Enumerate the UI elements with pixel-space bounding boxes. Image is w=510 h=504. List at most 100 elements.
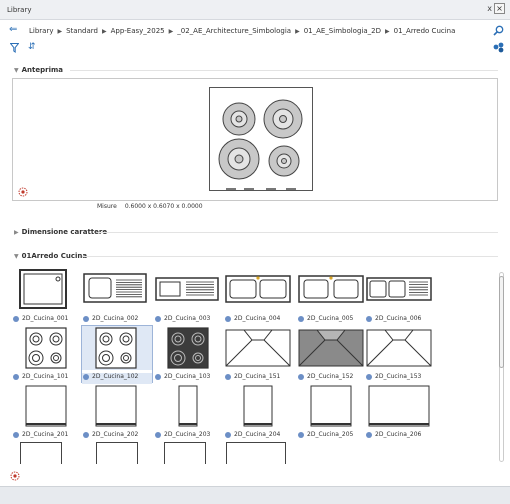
symbol-tile[interactable]: 2D_Cucina_002 xyxy=(82,268,152,324)
symbol-tile[interactable]: 2D_Cucina_206 xyxy=(365,384,435,440)
symbol-thumbnail[interactable] xyxy=(82,384,152,428)
symbol-type-icon xyxy=(225,373,231,380)
symbol-tile[interactable]: 2D_Cucina_153 xyxy=(365,326,435,382)
filter-icon[interactable] xyxy=(9,43,20,55)
breadcrumb-path: Library ▶ Standard ▶ App-Easy_2025 ▶ _02_AE_Ar… xyxy=(29,27,455,35)
symbol-label[interactable]: 2D_Cucina_204 xyxy=(224,431,294,442)
symbol-thumbnail[interactable] xyxy=(154,384,224,428)
symbol-thumbnail-partial[interactable] xyxy=(164,442,206,464)
symbol-type-icon xyxy=(366,373,372,380)
symbol-thumbnail[interactable] xyxy=(154,268,224,312)
symbol-label[interactable]: 2D_Cucina_103 xyxy=(154,373,224,384)
symbol-tile[interactable]: 2D_Cucina_202 xyxy=(82,384,152,440)
symbol-tile[interactable]: 2D_Cucina_006 xyxy=(365,268,435,324)
symbol-thumbnail[interactable] xyxy=(297,326,367,370)
symbol-label[interactable]: 2D_Cucina_151 xyxy=(224,373,294,384)
symbol-thumbnail[interactable] xyxy=(82,268,152,312)
symbol-tile[interactable]: 2D_Cucina_001 xyxy=(12,268,82,324)
window-titlebar: Library ⅹ × xyxy=(0,0,510,20)
symbol-label[interactable]: 2D_Cucina_005 xyxy=(297,315,367,326)
symbol-thumbnail[interactable] xyxy=(154,326,224,370)
symbol-thumbnail[interactable] xyxy=(82,326,152,370)
breadcrumb-item-architecture[interactable]: _02_AE_Architecture_Simbologia xyxy=(177,27,291,35)
symbol-tile[interactable]: 2D_Cucina_203 xyxy=(154,384,224,440)
symbol-label[interactable]: 2D_Cucina_201 xyxy=(12,431,82,442)
symbol-type-icon xyxy=(366,315,372,322)
symbol-label-text: 2D_Cucina_205 xyxy=(307,431,354,438)
symbol-type-icon xyxy=(83,315,89,322)
symbol-label[interactable]: 2D_Cucina_002 xyxy=(82,315,152,326)
breadcrumb-item-library[interactable]: Library xyxy=(29,27,53,35)
reference-point-icon[interactable] xyxy=(18,187,28,199)
symbol-label-text: 2D_Cucina_102 xyxy=(92,373,139,380)
symbol-tile[interactable]: 2D_Cucina_005 xyxy=(297,268,367,324)
symbol-type-icon xyxy=(155,373,161,380)
symbol-tile[interactable]: 2D_Cucina_003 xyxy=(154,268,224,324)
symbol-label[interactable]: 2D_Cucina_101 xyxy=(12,373,82,384)
vertical-scrollbar[interactable] xyxy=(498,272,504,462)
symbol-label[interactable]: 2D_Cucina_206 xyxy=(365,431,435,442)
pin-icon[interactable]: ⅹ xyxy=(487,4,492,13)
breadcrumb-item-standard[interactable]: Standard xyxy=(66,27,98,35)
symbol-tile[interactable]: 2D_Cucina_151 xyxy=(224,326,294,382)
symbol-type-icon xyxy=(155,431,161,438)
symbol-thumbnail[interactable] xyxy=(365,326,435,370)
section-divider xyxy=(98,232,498,233)
symbol-type-icon xyxy=(13,315,19,322)
symbol-thumbnail-partial[interactable] xyxy=(226,442,286,464)
symbol-label[interactable]: 2D_Cucina_003 xyxy=(154,315,224,326)
symbol-thumbnail[interactable] xyxy=(297,384,367,428)
symbol-type-icon xyxy=(13,373,19,380)
symbol-label[interactable]: 2D_Cucina_153 xyxy=(365,373,435,384)
symbol-thumbnail[interactable] xyxy=(297,268,367,312)
chevron-right-icon: ▶ xyxy=(14,229,19,236)
symbol-label[interactable]: 2D_Cucina_152 xyxy=(297,373,367,384)
symbol-tile[interactable]: 2D_Cucina_101 xyxy=(12,326,82,382)
symbol-tile[interactable]: 2D_Cucina_205 xyxy=(297,384,367,440)
symbol-label-text: 2D_Cucina_103 xyxy=(164,373,211,380)
breadcrumb-item-simbologia[interactable]: 01_AE_Simbologia_2D xyxy=(304,27,381,35)
preview-section-header[interactable]: ▼ Anteprima xyxy=(14,66,63,74)
symbol-tile[interactable]: 2D_Cucina_004 xyxy=(224,268,294,324)
symbol-thumbnail[interactable] xyxy=(365,384,435,428)
breadcrumb-item-app-easy[interactable]: App-Easy_2025 xyxy=(111,27,165,35)
symbol-label[interactable]: 2D_Cucina_004 xyxy=(224,315,294,326)
reference-point-icon[interactable] xyxy=(10,471,20,483)
symbol-type-icon xyxy=(155,315,161,322)
symbol-label[interactable]: 2D_Cucina_202 xyxy=(82,431,152,442)
symbol-tile[interactable]: 2D_Cucina_103 xyxy=(154,326,224,382)
symbol-tile[interactable]: 2D_Cucina_102 xyxy=(81,325,153,384)
scrollbar-thumb[interactable] xyxy=(499,276,504,368)
symbol-label-text: 2D_Cucina_206 xyxy=(375,431,422,438)
symbol-label[interactable]: 2D_Cucina_203 xyxy=(154,431,224,442)
symbol-tile[interactable]: 2D_Cucina_152 xyxy=(297,326,367,382)
symbol-tile[interactable]: 2D_Cucina_204 xyxy=(224,384,294,440)
symbol-type-icon xyxy=(298,315,304,322)
symbol-thumbnail[interactable] xyxy=(224,326,294,370)
symbol-thumbnail-partial[interactable] xyxy=(20,442,62,464)
breadcrumb-item-arredo[interactable]: 01_Arredo Cucina xyxy=(394,27,456,35)
search-icon[interactable] xyxy=(493,25,504,38)
symbol-thumbnail[interactable] xyxy=(12,268,82,312)
symbol-thumbnail[interactable] xyxy=(12,384,82,428)
close-icon[interactable]: × xyxy=(494,3,505,14)
symbol-thumbnail[interactable] xyxy=(365,268,435,312)
symbol-label-text: 2D_Cucina_002 xyxy=(92,315,139,322)
symbol-thumbnail[interactable] xyxy=(12,326,82,370)
symbol-thumbnail[interactable] xyxy=(224,384,294,428)
symbol-label-text: 2D_Cucina_201 xyxy=(22,431,69,438)
symbol-tile[interactable]: 2D_Cucina_201 xyxy=(12,384,82,440)
symbol-label[interactable]: 2D_Cucina_006 xyxy=(365,315,435,326)
sort-icon[interactable]: ⇵ xyxy=(28,42,36,52)
symbol-label-text: 2D_Cucina_005 xyxy=(307,315,354,322)
catalog-section-header[interactable]: ▼ 01Arredo Cucina xyxy=(14,252,87,260)
font-size-section-header[interactable]: ▶ Dimensione carattere xyxy=(14,228,107,236)
symbol-thumbnail[interactable] xyxy=(224,268,294,312)
symbol-label[interactable]: 2D_Cucina_001 xyxy=(12,315,82,326)
back-arrow-icon[interactable]: ⇐ xyxy=(9,24,17,35)
dots-icon[interactable] xyxy=(493,42,505,55)
symbol-label-text: 2D_Cucina_152 xyxy=(307,373,354,380)
symbol-thumbnail-partial[interactable] xyxy=(96,442,138,464)
symbol-label[interactable]: 2D_Cucina_102 xyxy=(82,373,152,384)
symbol-label[interactable]: 2D_Cucina_205 xyxy=(297,431,367,442)
